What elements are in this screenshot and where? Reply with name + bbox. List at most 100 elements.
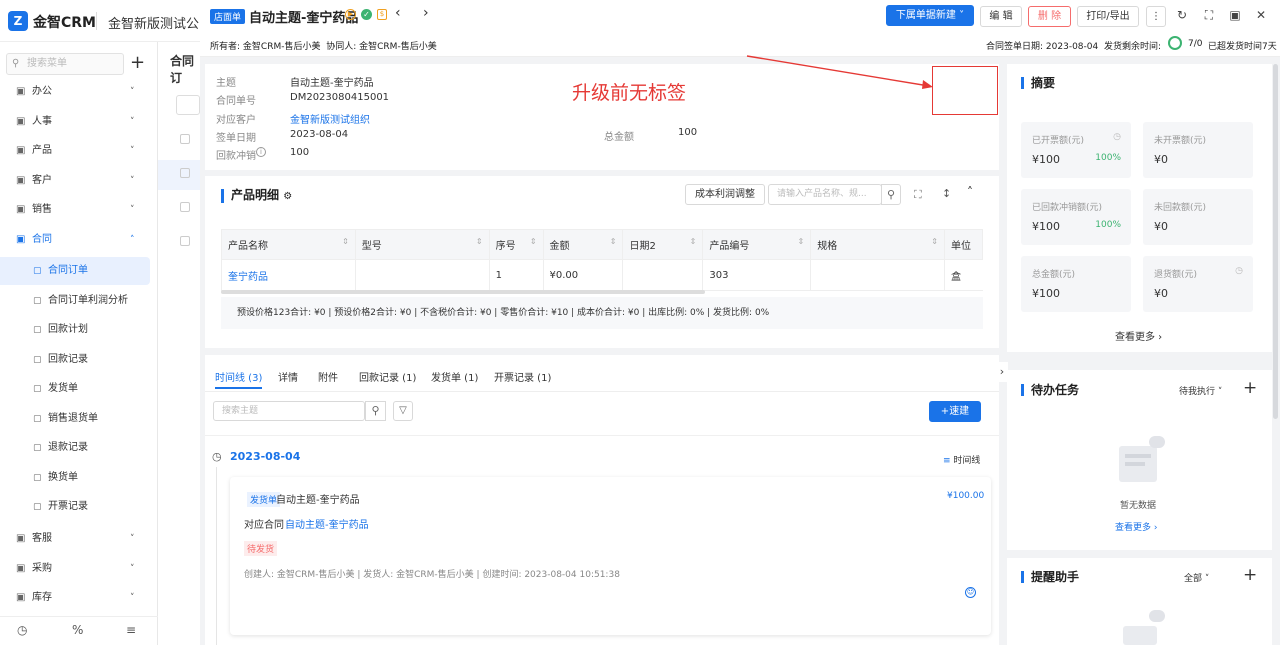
tab-2[interactable]: 附件: [318, 369, 338, 384]
prev-icon[interactable]: ‹: [395, 5, 401, 21]
sidebar-subitem-0[interactable]: ▢ 合同订单: [0, 257, 150, 285]
sort-icon[interactable]: ⇕: [931, 237, 938, 246]
chevron-down-icon: ˅: [130, 146, 135, 156]
tab-3[interactable]: 回款记录 (1): [359, 369, 416, 384]
window-icon[interactable]: ▣: [1226, 8, 1244, 22]
sidebar-item-label: 合同: [32, 233, 52, 245]
product-search-input[interactable]: 请输入产品名称、规...: [768, 184, 882, 205]
tab-4[interactable]: 发货单 (1): [431, 369, 478, 384]
sort-icon[interactable]: ↕: [942, 187, 951, 200]
tab-5[interactable]: 开票记录 (1): [494, 369, 551, 384]
sort-icon[interactable]: ⇕: [610, 237, 617, 246]
overdue-text: 已超发货时间7天: [1208, 42, 1277, 52]
column-header[interactable]: 日期2 ⇕: [622, 229, 704, 260]
sidebar-item-2[interactable]: ▣ 产品 ˅: [0, 137, 158, 165]
sidebar-item-4[interactable]: ▣ 销售 ˅: [0, 196, 158, 224]
note-icon[interactable]: $: [377, 9, 387, 20]
sidebar-item-5[interactable]: ▣ 合同 ˄: [0, 226, 158, 254]
table-row[interactable]: 奎宁药品 1 ¥0.00 303 盒: [221, 259, 983, 291]
brand-logo: Z: [8, 11, 28, 31]
sidebar-item-after-1[interactable]: ▣ 采购 ˅: [0, 555, 158, 583]
menu-search-input[interactable]: ⚲ 搜索菜单: [6, 53, 124, 75]
search-icon[interactable]: ⚲: [881, 184, 901, 205]
add-reminder-icon[interactable]: +: [1243, 565, 1257, 585]
tab-1[interactable]: 详情: [278, 369, 298, 384]
tenant-name[interactable]: 金智新版测试公司: [108, 13, 212, 32]
sidebar-item-0[interactable]: ▣ 办公 ˅: [0, 78, 158, 106]
cost-adjust-button[interactable]: 成本利润调整: [685, 184, 765, 205]
quick-create-button[interactable]: +速建: [929, 401, 981, 422]
sidebar-subitem-5[interactable]: ▢ 销售退货单: [0, 405, 150, 433]
sidebar-subitem-2[interactable]: ▢ 回款计划: [0, 316, 150, 344]
timeline-search-input[interactable]: 搜索主题: [213, 401, 365, 421]
summary-box-label: 未回款额(元): [1154, 203, 1207, 213]
timeline-entry[interactable]: 发货单 自动主题-奎宁药品 ¥100.00 对应合同 自动主题-奎宁药品 待发货…: [230, 477, 991, 635]
sort-icon[interactable]: ⇕: [342, 237, 349, 246]
sidebar-item-1[interactable]: ▣ 人事 ˅: [0, 108, 158, 136]
product-summary: 预设价格123合计: ¥0 | 预设价格2合计: ¥0 | 不含税价合计: ¥0…: [221, 297, 983, 329]
smile-icon[interactable]: ☺: [965, 587, 976, 598]
basic-field-label: 主题: [216, 78, 236, 89]
sidebar-item-after-0[interactable]: ▣ 客服 ˅: [0, 525, 158, 553]
fullscreen-icon[interactable]: ⛶: [1200, 8, 1218, 23]
basic-field-value[interactable]: 金智新版测试组织: [290, 111, 370, 126]
check-icon[interactable]: ✓: [361, 9, 372, 20]
timeline-view-toggle[interactable]: ≡ 时间线: [943, 453, 980, 466]
summary-box-label: 已回款冲销额(元): [1032, 203, 1103, 213]
sidebar-subitem-3[interactable]: ▢ 回款记录: [0, 346, 150, 374]
table-scrollbar[interactable]: [221, 290, 705, 294]
basic-field-value: DM2023080415001: [290, 92, 390, 104]
sort-icon[interactable]: ⇕: [530, 237, 537, 246]
column-header[interactable]: 产品名称 ⇕: [221, 229, 356, 260]
edit-button[interactable]: 编 辑: [980, 6, 1022, 27]
column-header[interactable]: 金额 ⇕: [542, 229, 624, 260]
column-header-label: 型号: [361, 241, 382, 252]
collapse-icon[interactable]: ˄: [967, 185, 973, 199]
help-icon[interactable]: i: [256, 147, 266, 157]
sort-icon[interactable]: ⇕: [798, 237, 805, 246]
scrollbar[interactable]: [1273, 64, 1278, 419]
sidebar-item-after-2[interactable]: ▣ 库存 ˅: [0, 584, 158, 612]
column-header[interactable]: 单位: [944, 229, 983, 260]
refresh-icon[interactable]: ↻: [1173, 8, 1191, 22]
sort-icon[interactable]: ⇕: [476, 237, 483, 246]
column-header[interactable]: 产品编号 ⇕: [702, 229, 812, 260]
print-export-button[interactable]: 打印/导出: [1077, 6, 1139, 27]
gear-icon[interactable]: ⚙: [283, 191, 292, 202]
todo-more-link[interactable]: 查看更多 ›: [1115, 520, 1157, 533]
sidebar-subitem-7[interactable]: ▢ 换货单: [0, 464, 150, 492]
percent-icon[interactable]: %: [72, 623, 83, 637]
expand-icon[interactable]: ⛶: [914, 188, 922, 202]
filter-icon[interactable]: ▽: [393, 401, 413, 421]
sidebar-item-label: 人事: [32, 115, 52, 127]
close-icon[interactable]: ✕: [1252, 8, 1270, 22]
more-icon[interactable]: ⋮: [1146, 6, 1166, 27]
column-header[interactable]: 规格 ⇕: [810, 229, 945, 260]
next-icon[interactable]: ›: [423, 5, 429, 21]
sidebar-subitem-4[interactable]: ▢ 发货单: [0, 375, 150, 403]
entry-contract-link[interactable]: 自动主题-奎宁药品: [285, 516, 369, 531]
column-header[interactable]: 序号 ⇕: [488, 229, 544, 260]
search-icon[interactable]: ⚲: [365, 401, 386, 421]
sidebar-subitem-1[interactable]: ▢ 合同订单利润分析: [0, 287, 150, 315]
summary-more-link[interactable]: 查看更多 ›: [1115, 328, 1162, 343]
chevron-down-icon: ˅: [130, 534, 135, 544]
table-cell[interactable]: 奎宁药品: [221, 259, 356, 291]
sort-icon[interactable]: ⇕: [690, 237, 697, 246]
todo-filter[interactable]: 待我执行 ˅: [1179, 384, 1222, 397]
delete-button[interactable]: 删 除: [1028, 6, 1071, 27]
reminder-filter[interactable]: 全部 ˅: [1184, 571, 1209, 584]
clock-icon[interactable]: ◷: [17, 623, 27, 637]
entry-shipper: 发货人: 金智CRM-售后小美: [363, 570, 474, 580]
search-icon: ⚲: [12, 58, 20, 69]
add-menu-icon[interactable]: +: [130, 52, 145, 73]
play-icon[interactable]: ▶: [345, 9, 356, 20]
sidebar-item-3[interactable]: ▣ 客户 ˅: [0, 167, 158, 195]
sidebar-subitem-6[interactable]: ▢ 退款记录: [0, 434, 150, 462]
tab-0[interactable]: 时间线 (3): [215, 369, 262, 384]
sidebar-subitem-8[interactable]: ▢ 开票记录: [0, 493, 150, 521]
sub-doc-create-dropdown[interactable]: 下属单据新建 ˅: [886, 5, 974, 26]
add-todo-icon[interactable]: +: [1243, 378, 1257, 398]
column-header[interactable]: 型号 ⇕: [354, 229, 490, 260]
settings-icon[interactable]: ≡: [126, 623, 136, 637]
